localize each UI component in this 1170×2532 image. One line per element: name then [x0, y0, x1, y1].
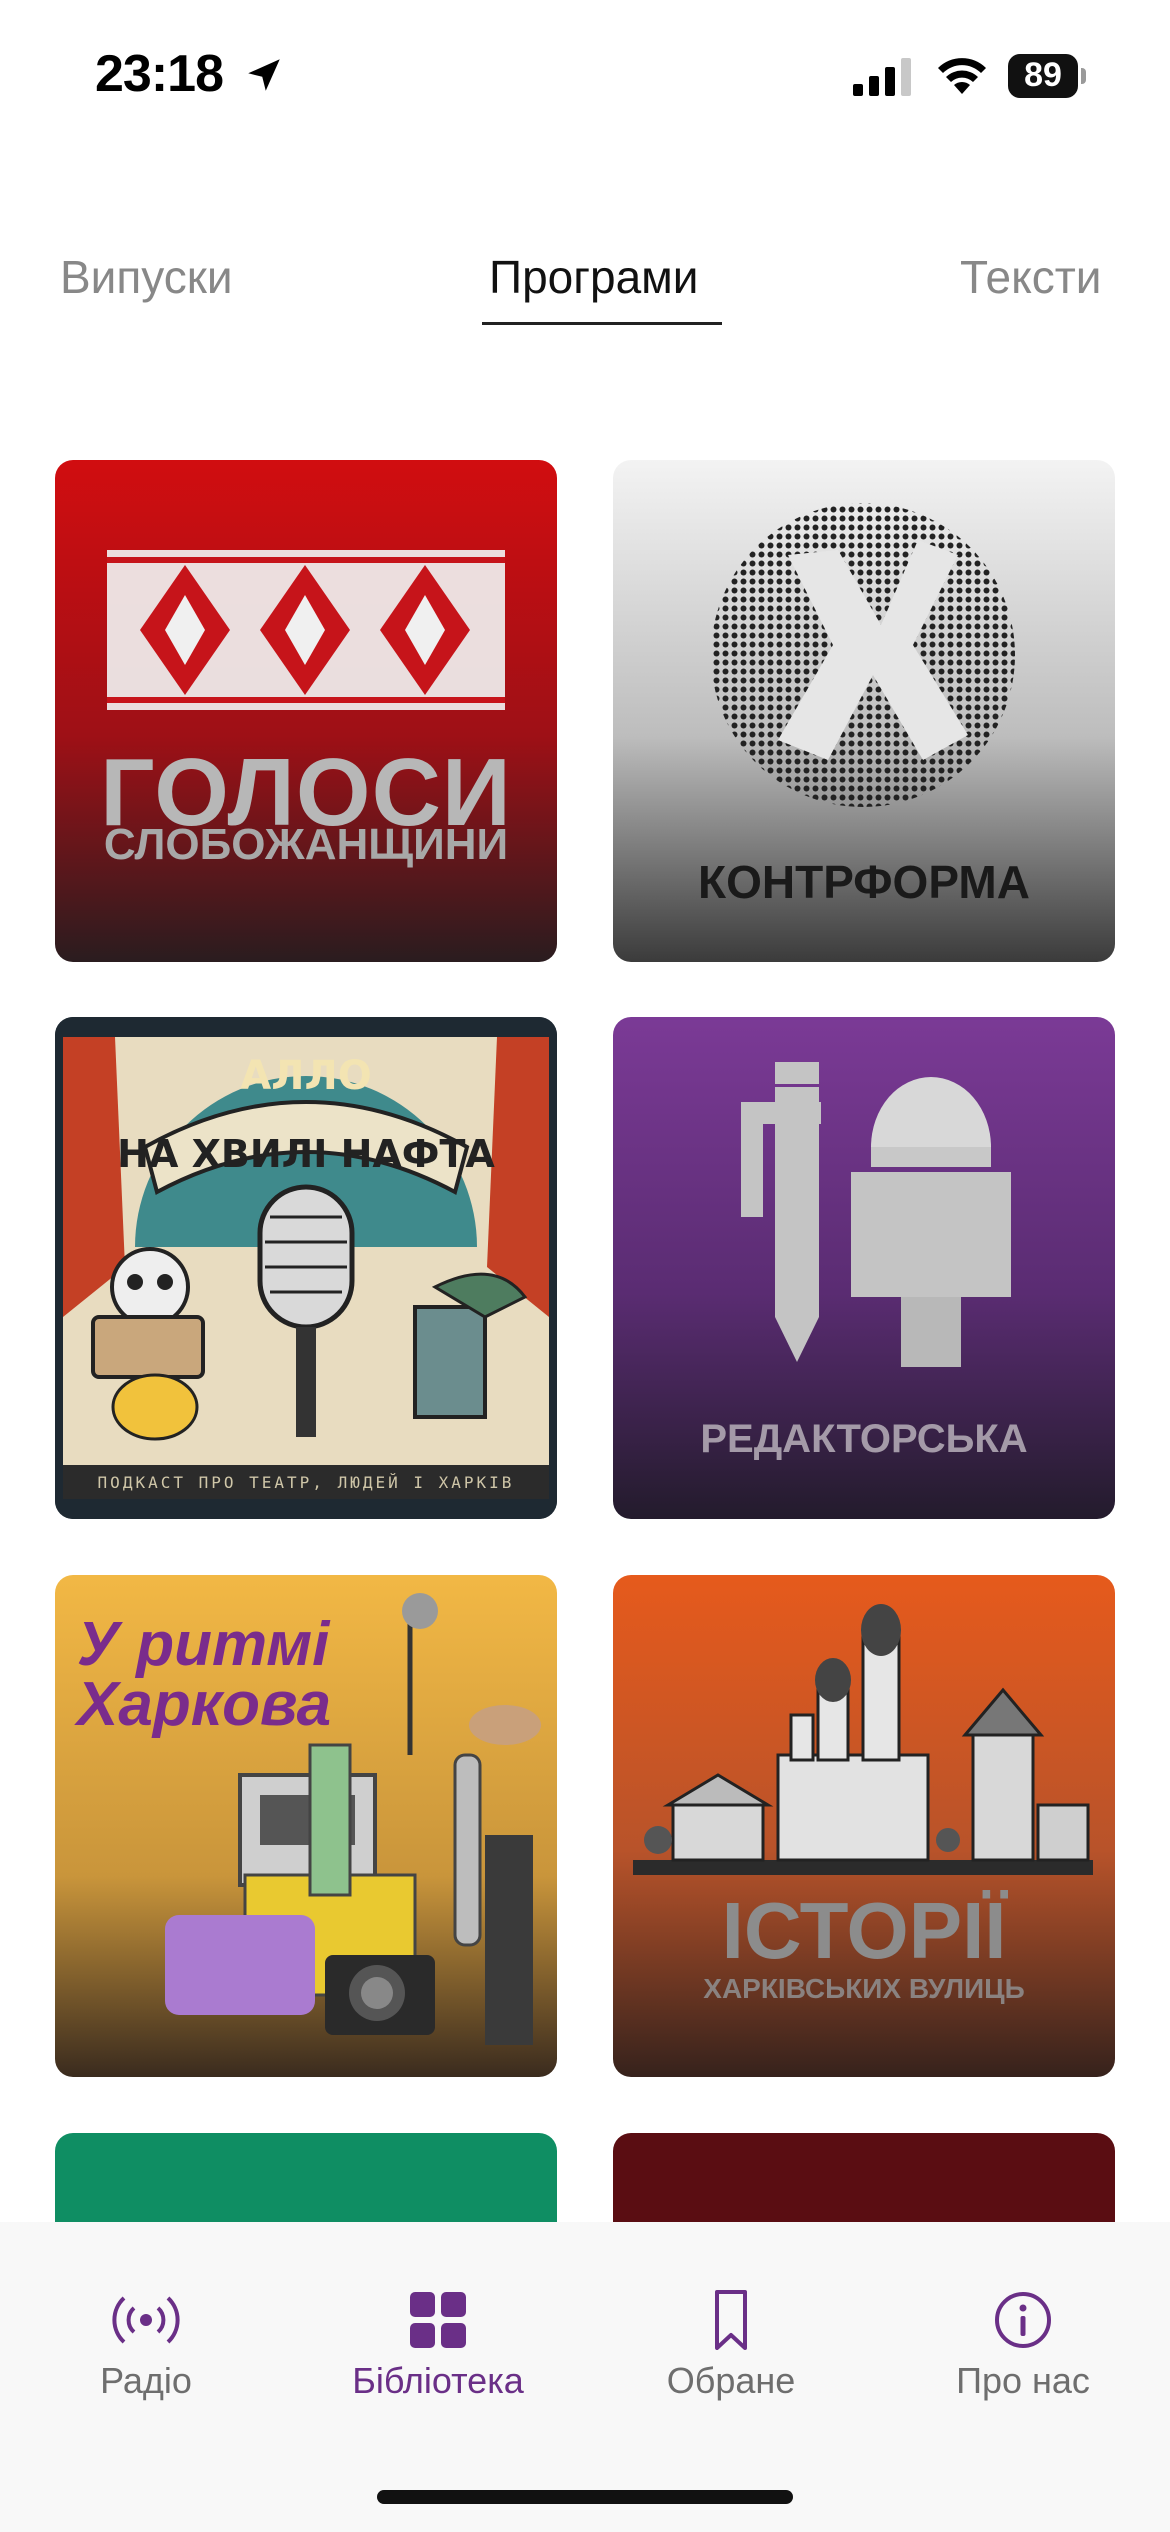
wifi-icon: [938, 58, 986, 94]
battery-level: 89: [1024, 56, 1062, 94]
nav-library[interactable]: Бібліотека: [292, 2222, 584, 2432]
status-time: 23:18: [95, 45, 224, 103]
program-title: У ритмі Харкова: [77, 1610, 332, 1739]
program-card-allo-nafta[interactable]: НА ХВИЛІ НАФТА АЛЛО ПОДКАСТ ПРО ТЕАТР, Л…: [55, 1017, 557, 1519]
program-title: РЕДАКТОРСЬКА: [700, 1417, 1028, 1461]
program-subtitle: СЛОБОЖАНЩИНИ: [103, 820, 509, 869]
content-tabs: Випуски Програми Тексти: [0, 230, 1170, 340]
program-card-redaktorska[interactable]: РЕДАКТОРСЬКА: [613, 1017, 1115, 1519]
info-icon: [995, 2292, 1051, 2348]
program-title: КОНТРФОРМА: [698, 856, 1030, 908]
program-subtitle: НА ХВИЛІ НАФТА: [117, 1132, 495, 1176]
program-card-istorii[interactable]: ІСТОРІЇ ХАРКІВСЬКИХ ВУЛИЦЬ: [613, 1575, 1115, 2077]
embroidery-pattern-icon: [107, 550, 505, 710]
nav-radio[interactable]: Радіо: [0, 2222, 292, 2432]
location-arrow-icon: [248, 59, 280, 91]
status-bar: 23:18 89: [0, 0, 1170, 150]
program-title: АЛЛО: [240, 1053, 371, 1099]
battery-indicator: 89: [1008, 54, 1086, 98]
nav-about[interactable]: Про нас: [877, 2222, 1169, 2432]
bottom-tab-bar: Радіо Бібліотека Обране Про нас: [0, 2222, 1170, 2532]
nav-label: Обране: [666, 2360, 796, 2401]
active-tab-indicator: [482, 322, 722, 325]
nav-label: Бібліотека: [352, 2360, 524, 2401]
cellular-signal-icon: [853, 58, 911, 96]
program-card-kontrforma[interactable]: КОНТРФОРМА: [613, 460, 1115, 962]
nav-favorites[interactable]: Обране: [585, 2222, 877, 2432]
tab-programs[interactable]: Програми: [489, 250, 699, 304]
nav-label: Про нас: [956, 2360, 1090, 2401]
home-indicator[interactable]: [377, 2490, 793, 2504]
podcast-illustration-icon: НА ХВИЛІ НАФТА АЛЛО ПОДКАСТ ПРО ТЕАТР, Л…: [55, 1017, 557, 1519]
program-tagline: ПОДКАСТ ПРО ТЕАТР, ЛЮДЕЙ І ХАРКІВ: [98, 1473, 515, 1492]
program-subtitle: ХАРКІВСЬКИХ ВУЛИЦЬ: [703, 1973, 1025, 2004]
program-title: ІСТОРІЇ: [721, 1886, 1007, 1975]
grid-icon: [410, 2292, 466, 2348]
program-card-partial-green[interactable]: [55, 2133, 557, 2223]
program-card-u-rytmi[interactable]: У ритмі Харкова: [55, 1575, 557, 2077]
radio-broadcast-icon: [112, 2296, 180, 2344]
bookmark-icon: [715, 2290, 747, 2350]
tab-texts[interactable]: Тексти: [960, 250, 1102, 304]
program-card-partial-maroon[interactable]: [613, 2133, 1115, 2223]
tab-episodes[interactable]: Випуски: [60, 250, 233, 304]
nav-label: Радіо: [100, 2360, 192, 2401]
program-card-golosy[interactable]: ГОЛОСИ СЛОБОЖАНЩИНИ: [55, 460, 557, 962]
